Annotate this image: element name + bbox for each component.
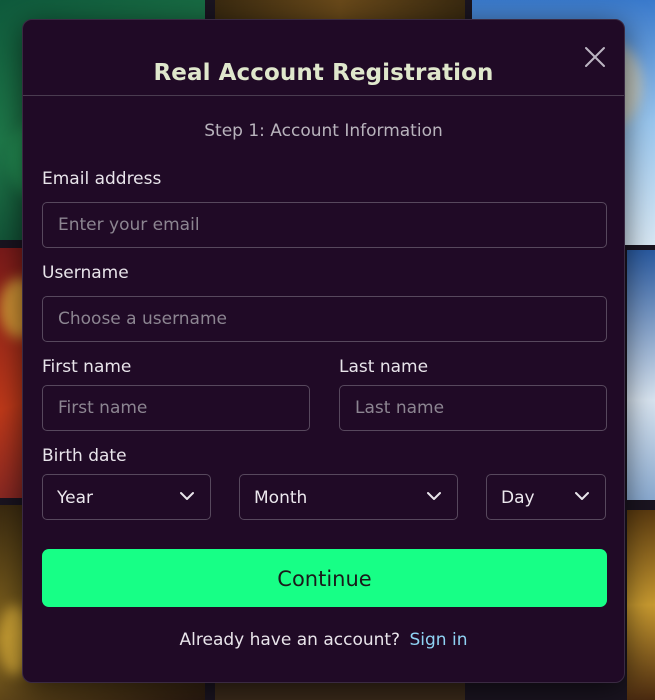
chevron-down-icon [427, 492, 441, 500]
background-game-tile [627, 250, 655, 500]
email-field[interactable] [42, 202, 607, 248]
sign-in-link[interactable]: Sign in [409, 630, 467, 650]
month-select[interactable]: Month [239, 474, 458, 520]
day-select[interactable]: Day [486, 474, 606, 520]
email-label: Email address [42, 169, 162, 189]
last-name-field[interactable] [339, 385, 607, 431]
continue-button[interactable]: Continue [42, 549, 607, 607]
close-icon [585, 47, 605, 67]
background-game-tile [627, 510, 655, 700]
first-name-label: First name [42, 357, 132, 377]
first-name-field[interactable] [42, 385, 310, 431]
chevron-down-icon [575, 492, 589, 500]
chevron-down-icon [180, 492, 194, 500]
birth-date-label: Birth date [42, 446, 127, 466]
header-divider [23, 95, 624, 96]
registration-modal: Real Account Registration Step 1: Accoun… [22, 19, 625, 683]
signin-prompt: Already have an account? [179, 630, 401, 650]
modal-title: Real Account Registration [153, 60, 494, 86]
close-button[interactable] [583, 45, 607, 69]
month-select-value: Month [254, 488, 308, 508]
step-label: Step 1: Account Information [204, 121, 443, 141]
year-select[interactable]: Year [42, 474, 211, 520]
signin-row: Already have an account? Sign in [23, 630, 624, 650]
username-label: Username [42, 263, 129, 283]
day-select-value: Day [501, 488, 535, 508]
last-name-label: Last name [339, 357, 429, 377]
background-game-tile [215, 0, 465, 20]
year-select-value: Year [57, 488, 93, 508]
background-game-tile [215, 683, 465, 700]
username-field[interactable] [42, 296, 607, 342]
